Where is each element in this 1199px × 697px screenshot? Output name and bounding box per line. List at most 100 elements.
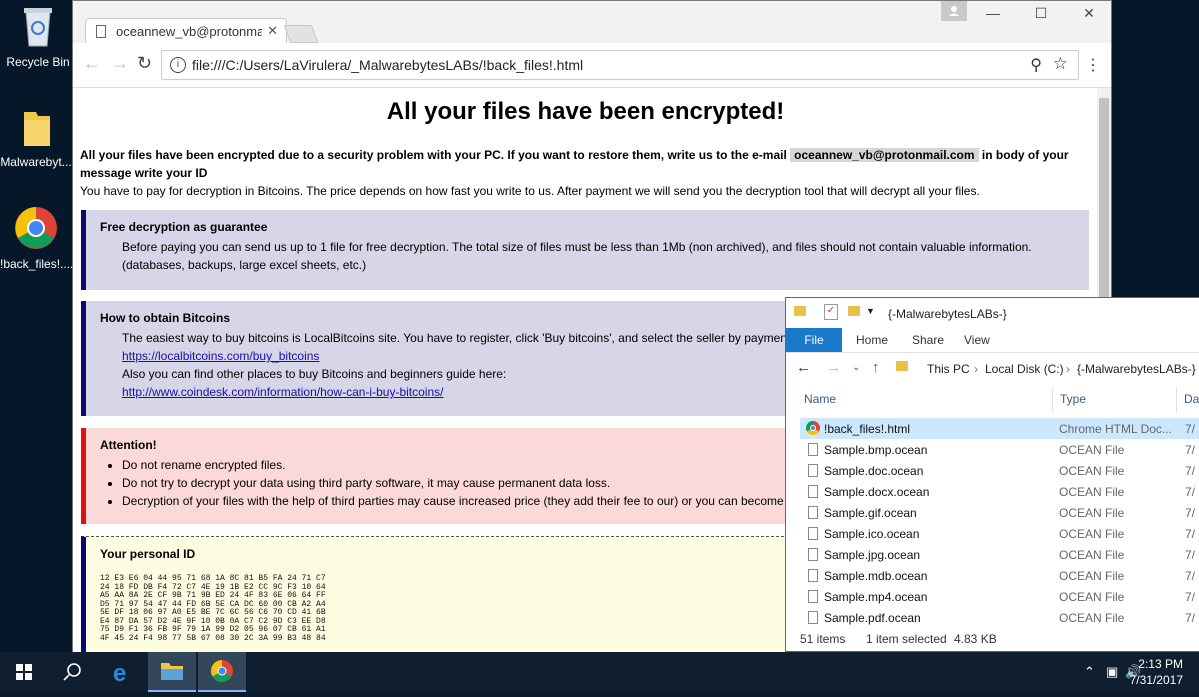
file-row[interactable]: Sample.mdb.ocean OCEAN File 7/ (800, 565, 1199, 586)
file-type: OCEAN File (1059, 506, 1125, 520)
back-icon[interactable]: ← (796, 359, 811, 376)
file-name: Sample.pdf.ocean (824, 611, 921, 625)
file-type: OCEAN File (1059, 527, 1125, 541)
breadcrumb-separator: › (1066, 362, 1070, 376)
address-bar[interactable]: i file:///C:/Users/LaVirulera/_Malwareby… (161, 50, 1079, 80)
column-date[interactable]: Da (1184, 392, 1199, 406)
start-button[interactable] (0, 652, 48, 692)
file-icon (808, 548, 818, 561)
new-folder-icon[interactable] (848, 306, 860, 316)
page-icon (96, 25, 106, 38)
back-files-desktop-icon[interactable]: !back_files!.... (0, 206, 72, 271)
ribbon-share-tab[interactable]: Share (912, 333, 944, 347)
windows-icon (16, 664, 32, 680)
free-decryption-heading: Free decryption as guarantee (100, 220, 268, 234)
up-icon[interactable]: ↑ (872, 359, 880, 376)
file-explorer-taskbar-button[interactable] (148, 652, 196, 692)
breadcrumb-this-pc[interactable]: This PC (927, 362, 970, 376)
file-name: Sample.ico.ocean (824, 527, 920, 541)
menu-icon[interactable]: ⋮ (1085, 55, 1101, 75)
search-icon (63, 663, 81, 681)
recycle-bin-desktop-icon[interactable]: Recycle Bin (2, 4, 74, 69)
close-tab-icon[interactable]: ✕ (267, 23, 278, 39)
file-row[interactable]: Sample.jpg.ocean OCEAN File 7/ (800, 544, 1199, 565)
file-row[interactable]: !back_files!.html Chrome HTML Doc... 7/ (800, 418, 1199, 439)
file-date: 7/ (1185, 464, 1196, 478)
file-type: OCEAN File (1059, 464, 1125, 478)
network-icon[interactable]: ▣ (1106, 664, 1118, 680)
column-divider[interactable] (1052, 388, 1053, 412)
chrome-icon (806, 421, 820, 435)
edge-taskbar-button[interactable]: e (98, 652, 146, 692)
chevron-down-icon[interactable]: ▼ (866, 306, 875, 316)
explorer-ribbon: File Home Share View (786, 328, 1199, 353)
back-files-label: !back_files!.... (0, 257, 72, 271)
close-window-icon[interactable]: ✕ (1069, 5, 1109, 22)
file-date: 7/ (1185, 590, 1196, 604)
coindesk-link[interactable]: http://www.coindesk.com/information/how-… (122, 385, 443, 399)
file-icon (808, 611, 818, 624)
forward-icon[interactable]: → (826, 359, 841, 376)
file-icon (808, 569, 818, 582)
ribbon-view-tab[interactable]: View (964, 333, 990, 347)
clock[interactable]: 2:13 PM 7/31/2017 (1130, 656, 1183, 688)
file-row[interactable]: Sample.bmp.ocean OCEAN File 7/ (800, 439, 1199, 460)
ribbon-file-tab[interactable]: File (786, 328, 842, 352)
file-date: 7/ (1185, 443, 1196, 457)
breadcrumb-local-disk[interactable]: Local Disk (C:) (985, 362, 1064, 376)
malwarebytes-folder-desktop-icon[interactable]: Malwarebyt... (0, 106, 72, 169)
chrome-taskbar-button[interactable] (198, 652, 246, 692)
chevron-down-icon[interactable]: ⌄ (852, 362, 860, 373)
scrollbar-thumb[interactable] (1099, 98, 1109, 298)
tab-title: oceannew_vb@protonmail.com (116, 24, 262, 39)
browser-toolbar: ← → ↻ i file:///C:/Users/LaVirulera/_Mal… (73, 43, 1111, 88)
file-row[interactable]: Sample.doc.ocean OCEAN File 7/ (800, 460, 1199, 481)
chevron-up-icon[interactable]: ⌃ (1084, 664, 1095, 680)
browser-tab[interactable]: oceannew_vb@protonmail.com ✕ (85, 18, 287, 45)
file-row[interactable]: Sample.ico.ocean OCEAN File 7/ (800, 523, 1199, 544)
search-icon[interactable]: ⚲ (1030, 55, 1042, 75)
column-name[interactable]: Name (804, 392, 836, 406)
file-date: 7/ (1185, 548, 1196, 562)
file-type: OCEAN File (1059, 548, 1125, 562)
file-icon (808, 443, 818, 456)
file-row[interactable]: Sample.mp4.ocean OCEAN File 7/ (800, 586, 1199, 607)
info-icon[interactable]: i (170, 57, 186, 73)
file-type: OCEAN File (1059, 590, 1125, 604)
minimize-icon[interactable]: — (973, 5, 1013, 21)
maximize-icon[interactable]: ☐ (1021, 5, 1061, 22)
file-row[interactable]: Sample.pdf.ocean OCEAN File 7/ (800, 607, 1199, 628)
free-decryption-text: Before paying you can send us up to 1 fi… (122, 240, 1032, 272)
malwarebytes-folder-label: Malwarebyt... (0, 155, 72, 169)
chrome-icon (211, 660, 233, 682)
search-button[interactable] (48, 652, 96, 692)
localbitcoins-link[interactable]: https://localbitcoins.com/buy_bitcoins (122, 349, 319, 363)
intro-text: All your files have been encrypted due t… (80, 146, 1090, 200)
selected-size: 4.83 KB (954, 632, 997, 646)
forward-icon[interactable]: → (111, 53, 129, 74)
properties-icon[interactable]: ✓ (824, 304, 838, 320)
file-name: Sample.jpg.ocean (824, 548, 921, 562)
free-decryption-box: Free decryption as guarantee Before payi… (81, 210, 1089, 290)
column-divider[interactable] (1176, 388, 1177, 412)
profile-icon[interactable] (941, 1, 967, 21)
file-date: 7/ (1185, 569, 1196, 583)
file-name: Sample.docx.ocean (824, 485, 930, 499)
file-icon (808, 590, 818, 603)
file-row[interactable]: Sample.docx.ocean OCEAN File 7/ (800, 481, 1199, 502)
item-count: 51 items (800, 632, 846, 646)
folder-icon (794, 306, 806, 316)
file-type: OCEAN File (1059, 569, 1125, 583)
column-headers: Name Type Da (786, 388, 1199, 412)
file-row[interactable]: Sample.gif.ocean OCEAN File 7/ (800, 502, 1199, 523)
bookmark-star-icon[interactable]: ☆ (1053, 54, 1068, 74)
file-icon (808, 485, 818, 498)
breadcrumb-folder[interactable]: {-MalwarebytesLABs-} (1077, 362, 1196, 376)
page-title: All your files have been encrypted! (386, 98, 785, 125)
reload-icon[interactable]: ↻ (137, 53, 152, 74)
column-type[interactable]: Type (1060, 392, 1086, 406)
file-type: Chrome HTML Doc... (1059, 422, 1172, 436)
back-icon[interactable]: ← (83, 53, 101, 74)
new-tab-button[interactable] (283, 25, 319, 43)
ribbon-home-tab[interactable]: Home (856, 333, 888, 347)
